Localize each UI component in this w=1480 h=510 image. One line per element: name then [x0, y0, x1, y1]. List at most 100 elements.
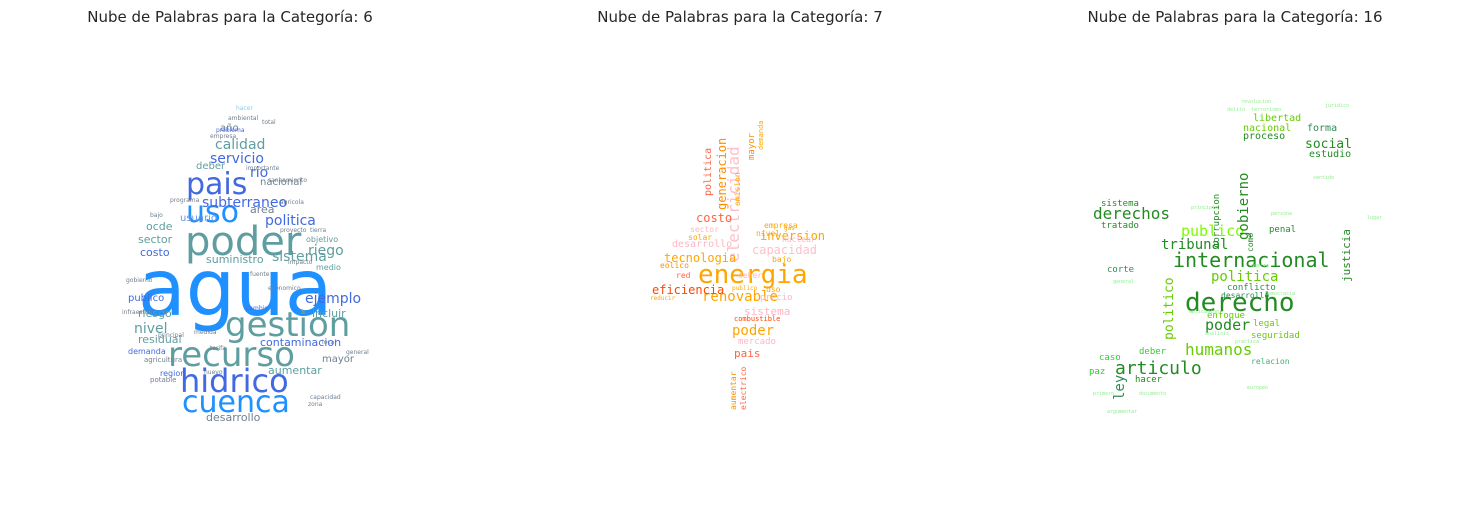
wordcloud-panel-6: Nube de Palabras para la Categoría: 6 ag… — [10, 0, 450, 510]
cloud-word: tarifa — [210, 345, 226, 352]
cloud-word: mercado — [738, 337, 776, 347]
cloud-word: desarrollo — [206, 411, 261, 424]
cloud-word: solar — [688, 233, 713, 242]
wordcloud-bolt: energia electricidad renovable poder efi… — [520, 0, 960, 510]
cloud-word: aplicacion — [1189, 309, 1220, 315]
cloud-word: proyecto — [280, 227, 307, 234]
cloud-word: penal — [1269, 225, 1297, 235]
cloud-word: uso — [766, 285, 781, 294]
cloud-word: agricultura — [144, 356, 183, 364]
cloud-word: area — [250, 203, 275, 216]
cloud-word: principal — [158, 332, 184, 339]
cloud-word: argumentar — [1107, 409, 1138, 415]
cloud-word: programa — [170, 197, 200, 204]
cloud-word: principio — [1191, 205, 1219, 211]
cloud-word: relacion — [1251, 357, 1290, 366]
cloud-word: saneamiento — [268, 177, 308, 184]
cloud-word: corrupcion — [1212, 193, 1222, 248]
cloud-word: general — [1113, 279, 1135, 285]
cloud-word: caso — [1099, 353, 1121, 363]
cloud-word: deber — [196, 161, 226, 172]
cloud-word: lugar — [1367, 215, 1383, 221]
cloud-word: tierra — [310, 227, 327, 234]
cloud-word: publico — [128, 293, 165, 304]
cloud-word: terrorismo — [1251, 107, 1282, 113]
wordcloud-drop: agua poder gestion recurso hidrico cuenc… — [10, 0, 450, 510]
cloud-word: medio — [316, 263, 341, 272]
cloud-word: fuente — [250, 271, 270, 278]
cloud-word: ley — [1112, 374, 1128, 400]
cloud-word: europeo — [1247, 385, 1269, 391]
cloud-word: mayor — [747, 132, 757, 160]
cloud-word: local — [322, 339, 336, 346]
cloud-word: demanda — [128, 347, 166, 356]
cloud-word: publico — [732, 285, 758, 292]
cloud-word: mayor — [322, 354, 355, 365]
cloud-word: sistema — [1101, 199, 1139, 209]
cloud-word: usuario — [180, 213, 218, 224]
cloud-word: eolico — [660, 261, 689, 270]
cloud-word: estudio — [1309, 149, 1352, 160]
cloud-word: general — [346, 349, 369, 356]
cloud-word: justicia — [1340, 229, 1353, 282]
cloud-word: persona — [1271, 211, 1293, 217]
cloud-word: desarrollo — [1221, 291, 1270, 300]
cloud-word: total — [262, 119, 276, 126]
cloud-word: importante — [246, 165, 280, 172]
cloud-word: electrico — [739, 366, 748, 410]
cloud-word: zona — [308, 401, 323, 408]
cloud-word: guerra — [1251, 263, 1270, 269]
cloud-word: bajo — [772, 255, 792, 264]
cloud-word: proceso — [1243, 131, 1286, 142]
cloud-word: nuevo — [204, 369, 223, 376]
cloud-word: hacer — [1135, 375, 1163, 385]
cloud-word: reducir — [650, 295, 676, 302]
cloud-word: nuclear — [782, 235, 816, 244]
wordcloud-dove: derecho internacional articulo derechos … — [1015, 0, 1455, 510]
cloud-word: deber — [1139, 347, 1167, 357]
cloud-word: agricola — [280, 199, 304, 206]
cloud-word: deber — [738, 271, 763, 280]
cloud-word: riego — [308, 243, 344, 259]
cloud-word: empresa — [210, 133, 237, 140]
cloud-word: forma — [1307, 123, 1338, 134]
cloud-word: tratado — [1101, 221, 1139, 231]
cloud-word: ambiental — [228, 115, 259, 122]
cloud-word: delito — [1227, 107, 1246, 113]
cloud-word: como — [1246, 232, 1255, 252]
cloud-word: gas — [784, 225, 795, 232]
wordcloud-panel-7: Nube de Palabras para la Categoría: 7 en… — [520, 0, 960, 510]
cloud-word: cambio — [246, 305, 268, 312]
cloud-word: impacto — [288, 259, 313, 266]
cloud-word: infraestructura — [122, 309, 167, 316]
cloud-word: sector — [138, 233, 173, 246]
cloud-word: politico — [1162, 277, 1177, 340]
cloud-word: poder — [732, 323, 775, 339]
cloud-word: legal — [1253, 319, 1281, 329]
cloud-word: demanda — [757, 120, 765, 150]
cloud-word: democracia — [1265, 291, 1296, 297]
cloud-word: medida — [194, 329, 217, 336]
cloud-word: economico — [268, 285, 301, 292]
cloud-word: ejemplo — [305, 291, 362, 307]
cloud-word: hacer — [236, 105, 253, 112]
cloud-word: politica — [703, 147, 714, 196]
cloud-word: gobierno — [126, 277, 153, 284]
cloud-word: revolucion — [1241, 99, 1272, 105]
cloud-word: primero — [1093, 391, 1115, 397]
cloud-word: suministro — [206, 253, 264, 266]
cloud-word: bajo — [150, 212, 163, 219]
cloud-word: paz — [1089, 367, 1106, 377]
cloud-word: aumentar — [268, 364, 322, 377]
cloud-word: potable — [150, 376, 177, 384]
cloud-word: ocde — [146, 220, 173, 233]
cloud-word: nivel — [756, 229, 781, 238]
cloud-word: practica — [1235, 339, 1260, 345]
cloud-word: politica — [265, 213, 316, 229]
cloud-word: red — [676, 271, 691, 280]
cloud-word: emision — [733, 172, 742, 206]
cloud-word: analisis — [1205, 331, 1230, 337]
cloud-word: sentido — [1313, 175, 1335, 181]
cloud-word: generacion — [715, 137, 729, 210]
cloud-word: calidad — [215, 137, 266, 153]
